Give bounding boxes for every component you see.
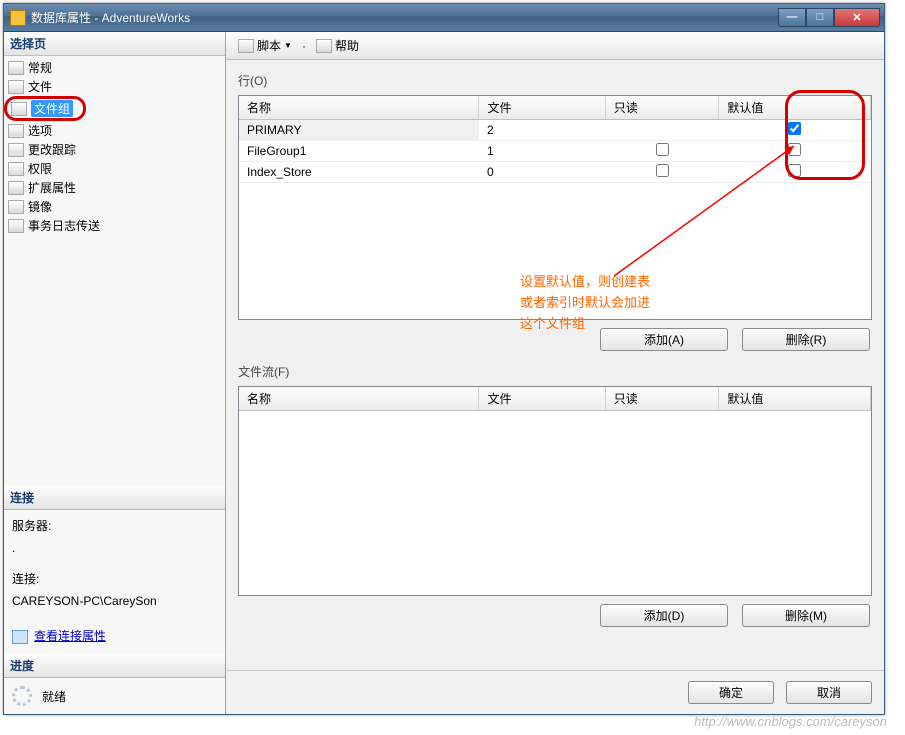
cell-file: 1 [479,141,605,162]
app-icon [10,10,26,26]
connection-value: CAREYSON-PC\CareySon [12,591,217,613]
col-file-header[interactable]: 文件 [479,96,605,120]
cell-file: 0 [479,162,605,183]
filestream-buttons: 添加(D) 删除(M) [238,604,870,627]
page-icon [8,219,24,233]
page-icon [8,61,24,75]
table-row[interactable]: Index_Store 0 [239,162,871,183]
rows-group-label: 行(O) [238,72,872,89]
col-default-header[interactable]: 默认值 [719,96,871,120]
col-name-header[interactable]: 名称 [239,96,479,120]
help-icon [316,39,332,53]
maximize-button[interactable]: □ [806,8,834,27]
window-title: 数据库属性 - AdventureWorks [31,9,778,26]
default-checkbox[interactable] [788,164,801,177]
sidebar-item-changetracking[interactable]: 更改跟踪 [4,140,225,159]
default-checkbox[interactable] [788,143,801,156]
col-readonly-header[interactable]: 只读 [605,96,719,120]
sidebar-item-files[interactable]: 文件 [4,77,225,96]
highlight-circle: 文件组 [4,96,86,121]
progress-status: 就绪 [42,688,66,705]
nav-items: 常规 文件 文件组 选项 更改跟踪 权限 扩展属性 镜像 事务日志传送 [4,56,225,237]
connection-label: 连接: [12,569,217,591]
dialog-body: 选择页 常规 文件 文件组 选项 更改跟踪 权限 扩展属性 镜像 事务日志传送 … [4,32,884,714]
view-connection-row: 查看连接属性 [12,626,217,648]
progress-body: 就绪 [4,678,225,714]
watermark: http://www.cnblogs.com/careyson [694,714,887,729]
minimize-button[interactable]: — [778,8,806,27]
filestream-table[interactable]: 名称 文件 只读 默认值 [239,387,871,411]
toolbar-sep: · [302,39,306,53]
toolbar: 脚本 ▼ · 帮助 [226,32,884,60]
filestream-grid: 名称 文件 只读 默认值 [238,386,872,596]
readonly-checkbox[interactable] [656,143,669,156]
annotation-text: 设置默认值，则创建表或者索引时默认会加进这个文件组 [520,272,660,334]
server-label: 服务器: [12,516,217,538]
page-icon [8,200,24,214]
main-panel: 脚本 ▼ · 帮助 行(O) 名称 文件 只读 [226,32,884,714]
cell-name: FileGroup1 [239,141,479,162]
properties-icon [12,630,28,644]
content-area: 行(O) 名称 文件 只读 默认值 PRIMARY 2 [226,60,884,670]
sidebar-item-logshipping[interactable]: 事务日志传送 [4,216,225,235]
dialog-footer: 确定 取消 [226,670,884,714]
connection-header: 连接 [4,486,225,510]
help-label: 帮助 [335,37,359,54]
script-button[interactable]: 脚本 ▼ [234,35,296,56]
table-row[interactable]: FileGroup1 1 [239,141,871,162]
dialog-window: 数据库属性 - AdventureWorks — □ ✕ 选择页 常规 文件 文… [3,3,885,715]
window-buttons: — □ ✕ [778,8,880,28]
cell-default [719,162,871,183]
col-file-header[interactable]: 文件 [479,387,605,411]
cell-readonly [605,162,719,183]
page-icon [8,181,24,195]
sidebar-item-extprops[interactable]: 扩展属性 [4,178,225,197]
view-connection-link[interactable]: 查看连接属性 [34,626,106,648]
sidebar: 选择页 常规 文件 文件组 选项 更改跟踪 权限 扩展属性 镜像 事务日志传送 … [4,32,226,714]
page-icon [8,80,24,94]
sidebar-item-mirroring[interactable]: 镜像 [4,197,225,216]
sidebar-item-general[interactable]: 常规 [4,58,225,77]
server-value: . [12,538,217,560]
remove-filestream-button[interactable]: 删除(M) [742,604,870,627]
cell-name: PRIMARY [239,120,479,141]
page-icon [8,124,24,138]
sidebar-item-options[interactable]: 选项 [4,121,225,140]
col-name-header[interactable]: 名称 [239,387,479,411]
page-icon [8,143,24,157]
dropdown-icon: ▼ [284,41,292,50]
readonly-checkbox[interactable] [656,164,669,177]
cell-readonly [605,141,719,162]
remove-filegroup-button[interactable]: 删除(R) [742,328,870,351]
cell-file: 2 [479,120,605,141]
filegroups-table[interactable]: 名称 文件 只读 默认值 PRIMARY 2 [239,96,871,183]
help-button[interactable]: 帮助 [312,35,363,56]
add-filestream-button[interactable]: 添加(D) [600,604,728,627]
cancel-button[interactable]: 取消 [786,681,872,704]
sidebar-item-permissions[interactable]: 权限 [4,159,225,178]
col-default-header[interactable]: 默认值 [719,387,871,411]
close-button[interactable]: ✕ [834,8,880,27]
sidebar-item-filegroups[interactable]: 文件组 [7,99,77,118]
cell-default [719,141,871,162]
filestream-group-label: 文件流(F) [238,363,872,380]
page-icon [11,102,27,116]
table-row[interactable]: PRIMARY 2 [239,120,871,141]
connection-body: 服务器: . 连接: CAREYSON-PC\CareySon 查看连接属性 [4,510,225,654]
progress-header: 进度 [4,654,225,678]
connection-section: 连接 服务器: . 连接: CAREYSON-PC\CareySon 查看连接属… [4,486,225,714]
default-checkbox[interactable] [788,122,801,135]
select-page-header: 选择页 [4,32,225,56]
cell-name: Index_Store [239,162,479,183]
cell-default [719,120,871,141]
col-readonly-header[interactable]: 只读 [605,387,719,411]
cell-readonly [605,120,719,141]
script-label: 脚本 [257,37,281,54]
script-icon [238,39,254,53]
spinner-icon [12,686,32,706]
titlebar[interactable]: 数据库属性 - AdventureWorks — □ ✕ [4,4,884,32]
page-icon [8,162,24,176]
ok-button[interactable]: 确定 [688,681,774,704]
